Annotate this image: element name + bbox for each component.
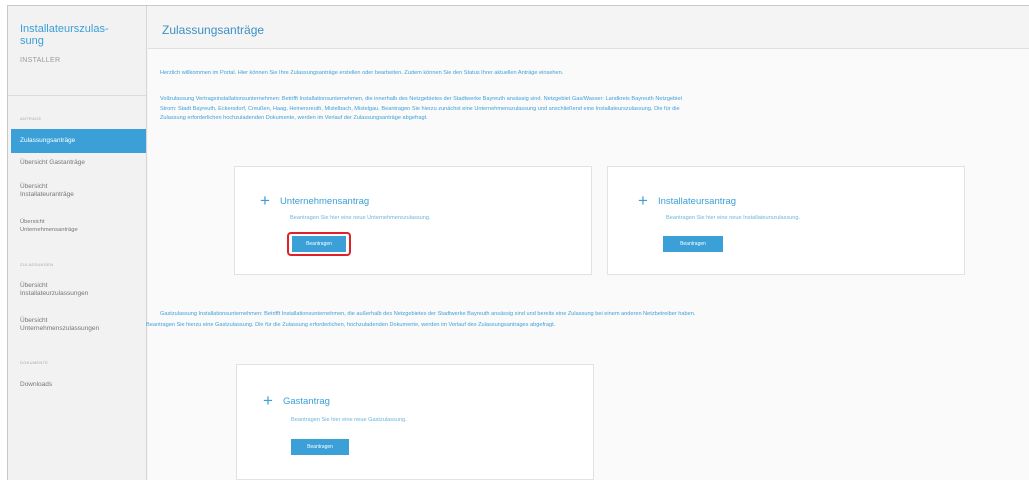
card-gastantrag: + Gastantrag Beantragen Sie hier eine ne…	[236, 364, 594, 480]
card-title: Installateursantrag	[657, 195, 737, 207]
plus-icon: +	[263, 391, 273, 410]
brand-subtitle: INSTALLER	[20, 57, 61, 64]
sidebar-item-uebersicht-installateurzulassungen[interactable]: Übersicht Installateurzulassungen	[8, 282, 88, 298]
app-window: Installateurszulas- sung INSTALLER ANTRÄ…	[7, 5, 1029, 480]
card-unternehmensantrag: + Unternehmensantrag Beantragen Sie hier…	[234, 166, 592, 275]
card-description: Beantragen Sie hier eine neue Gastzulass…	[291, 417, 407, 423]
section-heading-dokumente: DOKUMENTE	[20, 360, 49, 365]
card-title-row: + Gastantrag	[263, 391, 330, 410]
main-content: Zulassungsanträge Herzlich willkommen im…	[146, 6, 1029, 480]
sidebar-item-zulassungsantraege[interactable]: Zulassungsanträge	[11, 129, 146, 153]
section-heading-zulassungen: ZULASSUNGEN	[20, 262, 54, 267]
card-title-row: + Installateursantrag	[638, 191, 737, 210]
card-title: Gastantrag	[282, 395, 330, 407]
sidebar-item-label-line-2: Unternehmenszulassungen	[20, 325, 100, 332]
section-heading-antraege: ANTRÄGE	[20, 116, 42, 121]
brand: Installateurszulas- sung INSTALLER	[8, 6, 146, 96]
vollzulassung-text-line-3: Zulassung erforderlichen hochzuladenden …	[160, 115, 428, 121]
sidebar-item-label-line-2: Installateurzulassungen	[20, 290, 89, 297]
red-highlight-box	[287, 232, 351, 256]
card-title-row: + Unternehmensantrag	[260, 191, 370, 210]
plus-icon: +	[260, 191, 270, 210]
page-title: Zulassungsanträge	[162, 23, 265, 37]
sidebar-item-downloads[interactable]: Downloads	[8, 381, 52, 389]
brand-title-line-2: sung	[20, 35, 44, 47]
sidebar-item-uebersicht-unternehmenszulassungen[interactable]: Übersicht Unternehmenszulassungen	[8, 317, 99, 333]
card-title: Unternehmensantrag	[279, 195, 370, 207]
gastzulassung-text-line-1: Gastzulassung Installationsunternehmen: …	[160, 311, 696, 317]
sidebar-item-label-line-1: Übersicht	[20, 219, 45, 225]
sidebar-item-label: Übersicht Gastanträge	[20, 159, 86, 166]
sidebar-item-label: Zulassungsanträge	[20, 137, 76, 144]
card-description: Beantragen Sie hier eine neue Unternehme…	[290, 215, 431, 221]
sidebar-item-label-line-1: Übersicht	[20, 317, 48, 324]
beantragen-gast-button[interactable]: Beantragen	[291, 439, 349, 455]
header-bar: Zulassungsanträge	[148, 6, 1029, 49]
card-description: Beantragen Sie hier eine neue Installate…	[666, 215, 801, 221]
sidebar-item-uebersicht-gastantraege[interactable]: Übersicht Gastanträge	[8, 159, 85, 167]
brand-title-line-1: Installateurszulas-	[20, 23, 109, 35]
card-installateursantrag: + Installateursantrag Beantragen Sie hie…	[607, 166, 965, 275]
welcome-text: Herzlich willkommen im Portal. Hier könn…	[160, 70, 564, 76]
gastzulassung-text-line-2: Beantragen Sie hierzu eine Gastzulassung…	[146, 322, 556, 328]
plus-icon: +	[638, 191, 648, 210]
sidebar-item-label: Downloads	[20, 381, 53, 388]
sidebar-item-label-line-1: Übersicht	[20, 282, 48, 289]
vollzulassung-text-line-2: Strom: Stadt Bayreuth, Eckersdorf, Creuß…	[160, 105, 680, 112]
sidebar-item-label-line-2: Unternehmensanträge	[20, 227, 78, 233]
beantragen-installateur-button[interactable]: Beantragen	[663, 236, 723, 252]
sidebar-item-uebersicht-installateurantraege[interactable]: Übersicht Installateuranträge	[8, 183, 74, 199]
sidebar-item-label-line-1: Übersicht	[20, 183, 48, 190]
sidebar: Installateurszulas- sung INSTALLER ANTRÄ…	[8, 6, 147, 480]
vollzulassung-text-line-1: Vollzulassung Vertragsinstallationsunter…	[160, 96, 683, 102]
sidebar-item-label-line-2: Installateuranträge	[20, 191, 74, 198]
sidebar-item-uebersicht-unternehmensantraege[interactable]: Übersicht Unternehmensanträge	[8, 218, 78, 234]
